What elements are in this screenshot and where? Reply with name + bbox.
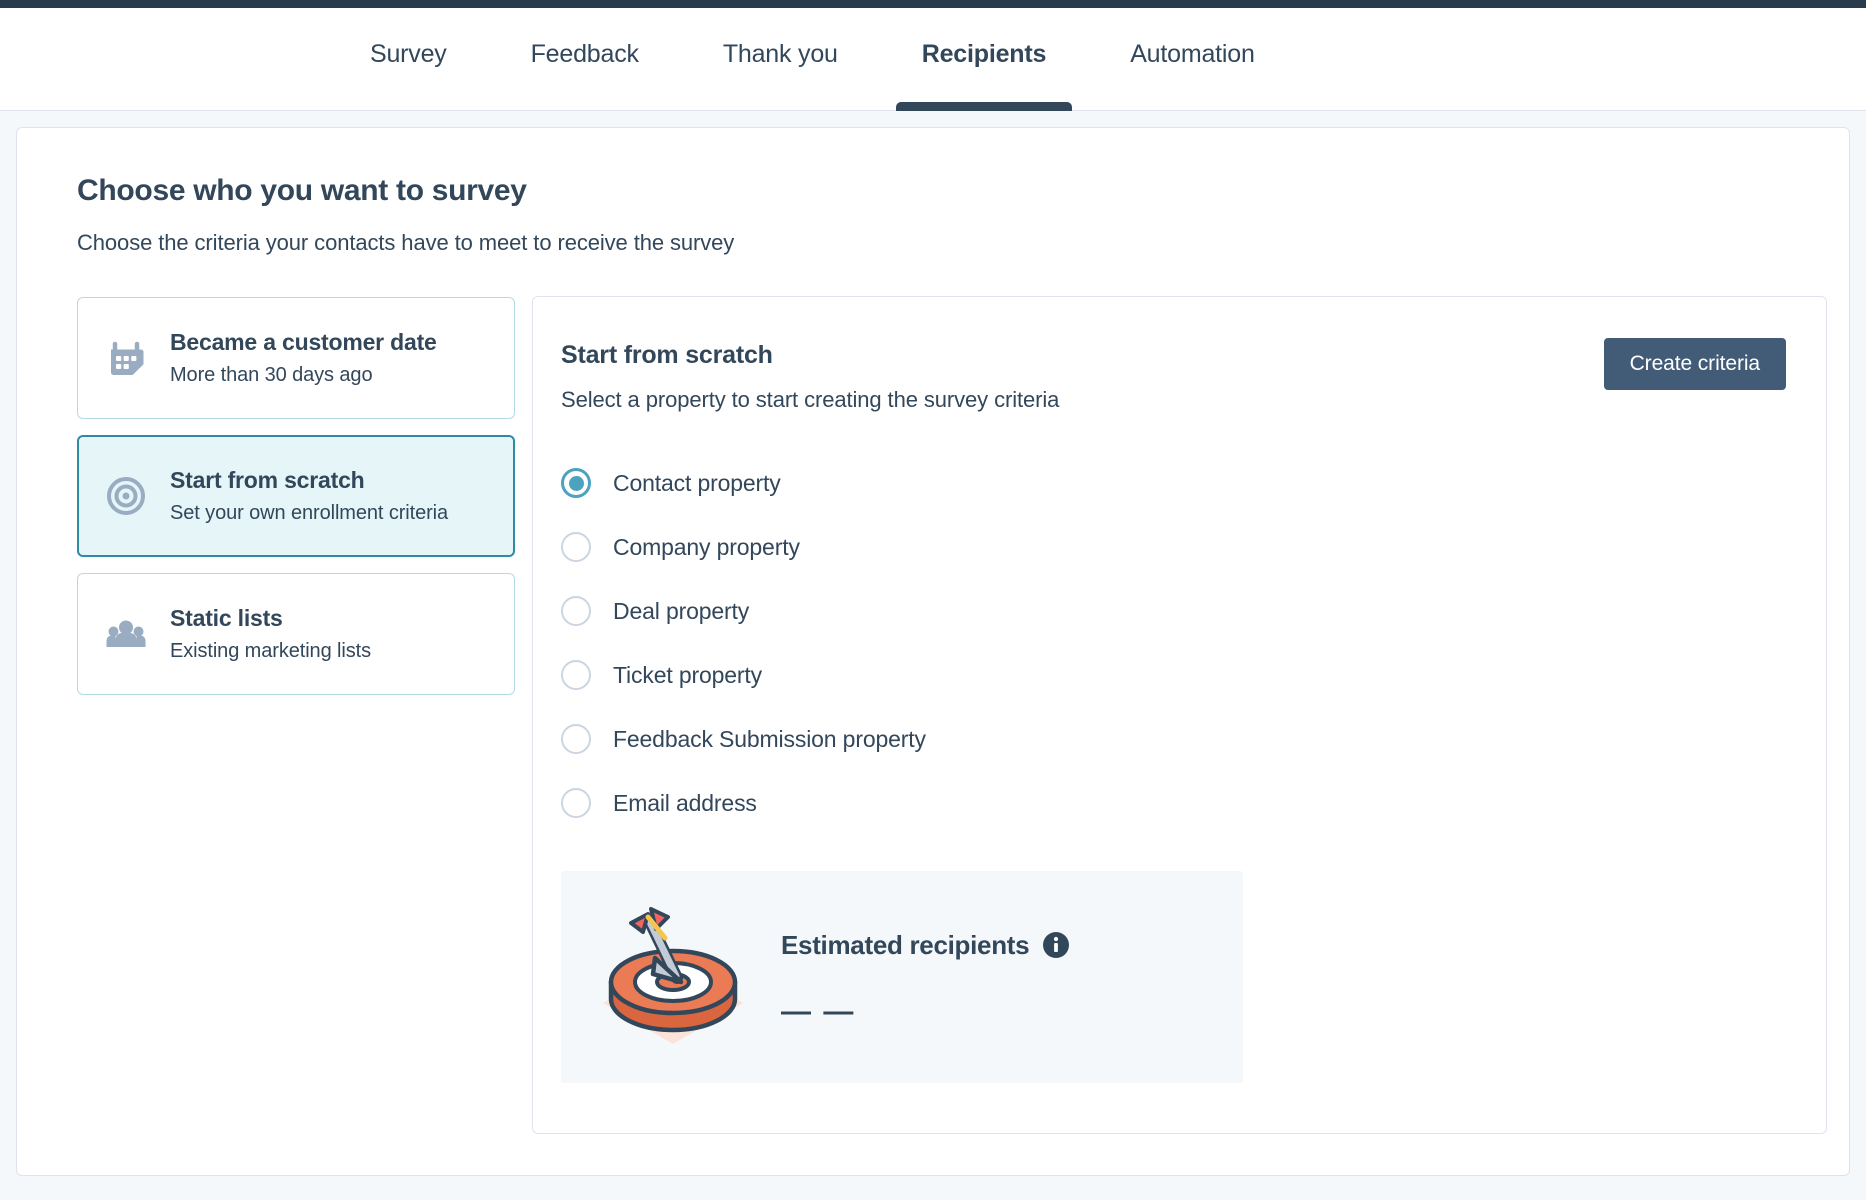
radio-label: Deal property xyxy=(613,597,750,624)
tab-label: Thank you xyxy=(722,40,838,68)
criteria-option-list: Became a customer date More than 30 days… xyxy=(77,296,515,1134)
tab-recipients[interactable]: Recipients xyxy=(895,8,1073,111)
radio-option-ticket-property[interactable]: Ticket property xyxy=(561,643,1786,707)
tab-label: Recipients xyxy=(921,40,1047,68)
page-subtitle: Choose the criteria your contacts have t… xyxy=(77,230,735,255)
detail-panel-title: Start from scratch xyxy=(561,341,773,369)
radio-indicator xyxy=(561,724,591,754)
calendar-icon xyxy=(104,336,148,380)
radio-indicator xyxy=(561,468,591,498)
option-card-start-from-scratch[interactable]: Start from scratch Set your own enrollme… xyxy=(77,435,515,557)
tab-survey[interactable]: Survey xyxy=(370,8,447,111)
estimated-recipients-value: — — xyxy=(781,994,856,1028)
option-card-title: Static lists xyxy=(170,605,283,632)
detail-panel-header: Start from scratch Select a property to … xyxy=(561,338,1786,413)
estimated-recipients-text: Estimated recipients — — xyxy=(781,926,1070,1029)
option-card-became-a-customer-date[interactable]: Became a customer date More than 30 days… xyxy=(77,297,515,419)
tab-thank-you[interactable]: Thank you xyxy=(723,8,838,111)
option-card-subtitle: Set your own enrollment criteria xyxy=(170,501,449,524)
radio-label: Contact property xyxy=(613,469,781,496)
recipients-main-card: Choose who you want to survey Choose the… xyxy=(16,127,1850,1176)
dartboard-with-arrow-illustration xyxy=(593,900,753,1055)
tab-feedback[interactable]: Feedback xyxy=(531,8,639,111)
radio-label: Feedback Submission property xyxy=(613,725,926,752)
detail-panel-heading-group: Start from scratch Select a property to … xyxy=(561,341,1059,413)
option-card-text: Static lists Existing marketing lists xyxy=(170,605,371,662)
page-background: Choose who you want to survey Choose the… xyxy=(0,111,1866,1200)
tab-label: Automation xyxy=(1130,40,1255,68)
tab-label: Feedback xyxy=(530,40,639,68)
radio-label: Email address xyxy=(613,789,757,816)
tab-label: Survey xyxy=(370,40,447,68)
radio-option-deal-property[interactable]: Deal property xyxy=(561,579,1786,643)
radio-option-company-property[interactable]: Company property xyxy=(561,515,1786,579)
option-card-text: Became a customer date More than 30 days… xyxy=(170,329,437,386)
option-card-title: Start from scratch xyxy=(170,467,365,494)
primary-tab-bar: Survey Feedback Thank you Recipients Aut… xyxy=(0,8,1866,111)
option-card-subtitle: More than 30 days ago xyxy=(170,363,373,386)
option-card-static-lists[interactable]: Static lists Existing marketing lists xyxy=(77,573,515,695)
estimated-recipients-panel: Estimated recipients — — xyxy=(561,871,1243,1083)
target-icon xyxy=(104,474,148,518)
radio-indicator xyxy=(561,788,591,818)
property-type-radio-group: Contact property Company property Deal p… xyxy=(561,451,1786,835)
radio-indicator xyxy=(561,660,591,690)
option-card-title: Became a customer date xyxy=(170,329,437,356)
radio-option-feedback-submission-property[interactable]: Feedback Submission property xyxy=(561,707,1786,771)
estimated-recipients-header: Estimated recipients xyxy=(781,929,1070,961)
estimated-recipients-title: Estimated recipients xyxy=(781,929,1030,960)
detail-panel-subtitle: Select a property to start creating the … xyxy=(561,387,1060,412)
radio-option-email-address[interactable]: Email address xyxy=(561,771,1786,835)
page-title: Choose who you want to survey xyxy=(77,174,527,207)
option-card-subtitle: Existing marketing lists xyxy=(170,639,371,662)
radio-indicator xyxy=(561,596,591,626)
radio-label: Ticket property xyxy=(613,661,763,688)
criteria-detail-panel: Start from scratch Select a property to … xyxy=(532,296,1827,1134)
people-icon xyxy=(104,612,148,656)
tab-automation[interactable]: Automation xyxy=(1130,8,1255,111)
create-criteria-button[interactable]: Create criteria xyxy=(1603,338,1786,390)
radio-indicator xyxy=(561,532,591,562)
top-accent-bar xyxy=(0,0,1866,8)
radio-option-contact-property[interactable]: Contact property xyxy=(561,451,1786,515)
info-icon[interactable] xyxy=(1043,932,1070,958)
content-columns: Became a customer date More than 30 days… xyxy=(77,296,1849,1134)
option-card-text: Start from scratch Set your own enrollme… xyxy=(170,467,448,524)
radio-label: Company property xyxy=(613,533,800,560)
